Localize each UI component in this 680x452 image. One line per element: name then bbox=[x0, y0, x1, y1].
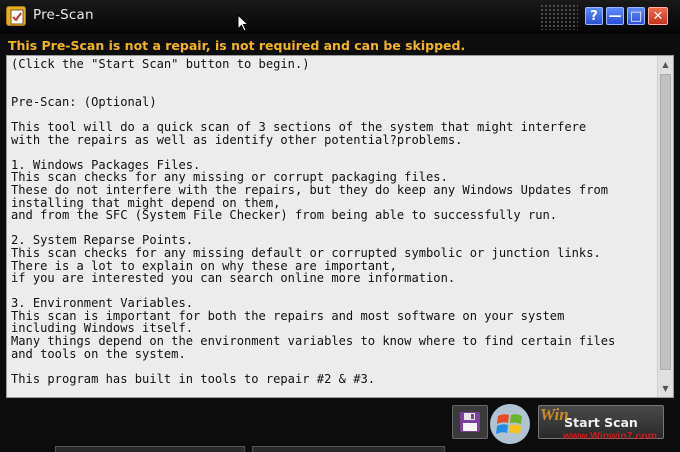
help-button[interactable]: ? bbox=[585, 7, 603, 25]
description-line bbox=[11, 71, 659, 84]
window-controls: ? — □ ✕ bbox=[585, 7, 668, 27]
description-line: This tool will do a quick scan of 3 sect… bbox=[11, 119, 587, 134]
description-line: Pre-Scan: (Optional) bbox=[11, 94, 157, 109]
scroll-down-icon[interactable]: ▼ bbox=[658, 381, 673, 396]
title-bar-grip bbox=[540, 4, 578, 30]
window-title: Pre-Scan bbox=[33, 7, 94, 23]
description-line bbox=[11, 146, 659, 159]
description-line: 3. Environment Variables. bbox=[11, 296, 194, 311]
description-line: These do not interfere with the repairs,… bbox=[11, 182, 609, 197]
description-line: This program has built in tools to repai… bbox=[11, 371, 376, 386]
description-line: with the repairs as well as identify oth… bbox=[11, 132, 463, 147]
description-text: (Click the "Start Scan" button to begin.… bbox=[11, 58, 659, 385]
description-line: if you are interested you can search onl… bbox=[11, 271, 456, 286]
description-line: and from the SFC (System File Checker) f… bbox=[11, 208, 558, 223]
title-bar[interactable]: Pre-Scan ? — □ ✕ bbox=[0, 0, 680, 34]
description-line: Many things depend on the environment va… bbox=[11, 334, 616, 349]
warning-message: This Pre-Scan is not a repair, is not re… bbox=[8, 38, 466, 53]
vertical-scrollbar[interactable]: ▲ ▼ bbox=[657, 56, 673, 397]
description-line: and tools on the system. bbox=[11, 346, 186, 361]
windows-logo-icon bbox=[490, 404, 530, 444]
bottom-tab-left[interactable] bbox=[55, 446, 245, 452]
mouse-pointer-icon bbox=[237, 13, 250, 36]
description-line: This scan checks for any missing default… bbox=[11, 245, 601, 260]
scroll-up-icon[interactable]: ▲ bbox=[658, 57, 673, 72]
watermark-url: www.Winwin7.com bbox=[563, 430, 658, 442]
scrollbar-thumb[interactable] bbox=[660, 74, 671, 370]
floppy-disk-icon bbox=[460, 412, 480, 432]
description-line bbox=[11, 83, 659, 96]
minimize-button[interactable]: — bbox=[606, 7, 624, 25]
checklist-icon bbox=[6, 6, 26, 26]
description-line bbox=[11, 360, 659, 373]
watermark-brand: Win bbox=[540, 405, 569, 424]
description-textbox[interactable]: (Click the "Start Scan" button to begin.… bbox=[6, 55, 674, 398]
close-button[interactable]: ✕ bbox=[648, 7, 668, 25]
description-line: (Click the "Start Scan" button to begin.… bbox=[11, 57, 310, 71]
bottom-tab-right[interactable] bbox=[252, 446, 445, 452]
save-button[interactable] bbox=[452, 405, 488, 439]
maximize-button[interactable]: □ bbox=[627, 7, 645, 25]
